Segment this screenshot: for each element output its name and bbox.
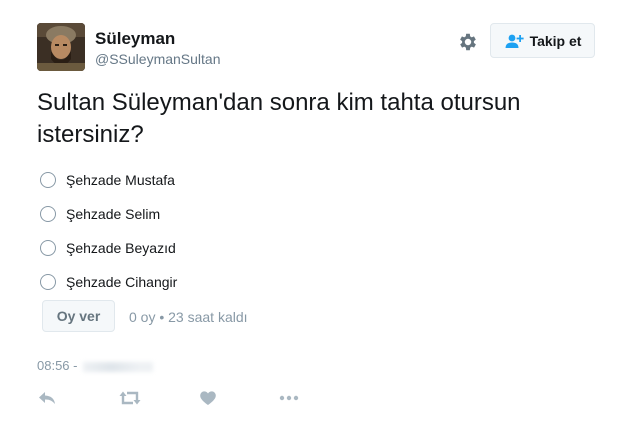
radio-button[interactable] (40, 240, 56, 256)
follow-button[interactable]: Takip et (490, 23, 595, 58)
radio-button[interactable] (40, 206, 56, 222)
poll-option-label: Şehzade Beyazıd (66, 240, 176, 256)
poll-option-mustafa[interactable]: Şehzade Mustafa (40, 163, 177, 197)
author-handle[interactable]: @SSuleymanSultan (95, 51, 221, 67)
poll-option-selim[interactable]: Şehzade Selim (40, 197, 177, 231)
tweet-timestamp[interactable]: 08:56 - (37, 358, 154, 373)
follow-button-label: Takip et (529, 32, 582, 49)
poll-options: Şehzade Mustafa Şehzade Selim Şehzade Be… (40, 163, 177, 299)
poll-status: 0 oy • 23 saat kaldı (129, 309, 248, 325)
radio-button[interactable] (40, 172, 56, 188)
author-name[interactable]: Süleyman (95, 29, 175, 49)
vote-button[interactable]: Oy ver (42, 300, 115, 332)
poll-option-label: Şehzade Selim (66, 206, 161, 222)
tweet-text: Sultan Süleyman'dan sonra kim tahta otur… (37, 89, 521, 148)
more-icon[interactable] (278, 388, 300, 408)
add-user-icon (505, 34, 524, 48)
like-icon[interactable] (199, 388, 217, 408)
avatar[interactable] (37, 23, 85, 71)
poll-option-cihangir[interactable]: Şehzade Cihangir (40, 265, 177, 299)
poll-option-beyazid[interactable]: Şehzade Beyazıd (40, 231, 177, 265)
reply-icon[interactable] (37, 388, 57, 408)
poll-option-label: Şehzade Cihangir (66, 274, 178, 290)
gear-icon[interactable] (457, 31, 479, 53)
timestamp-text: 08:56 - (37, 358, 78, 373)
poll-option-label: Şehzade Mustafa (66, 172, 175, 188)
radio-button[interactable] (40, 274, 56, 290)
retweet-icon[interactable] (119, 388, 141, 408)
redacted-date (83, 361, 154, 372)
